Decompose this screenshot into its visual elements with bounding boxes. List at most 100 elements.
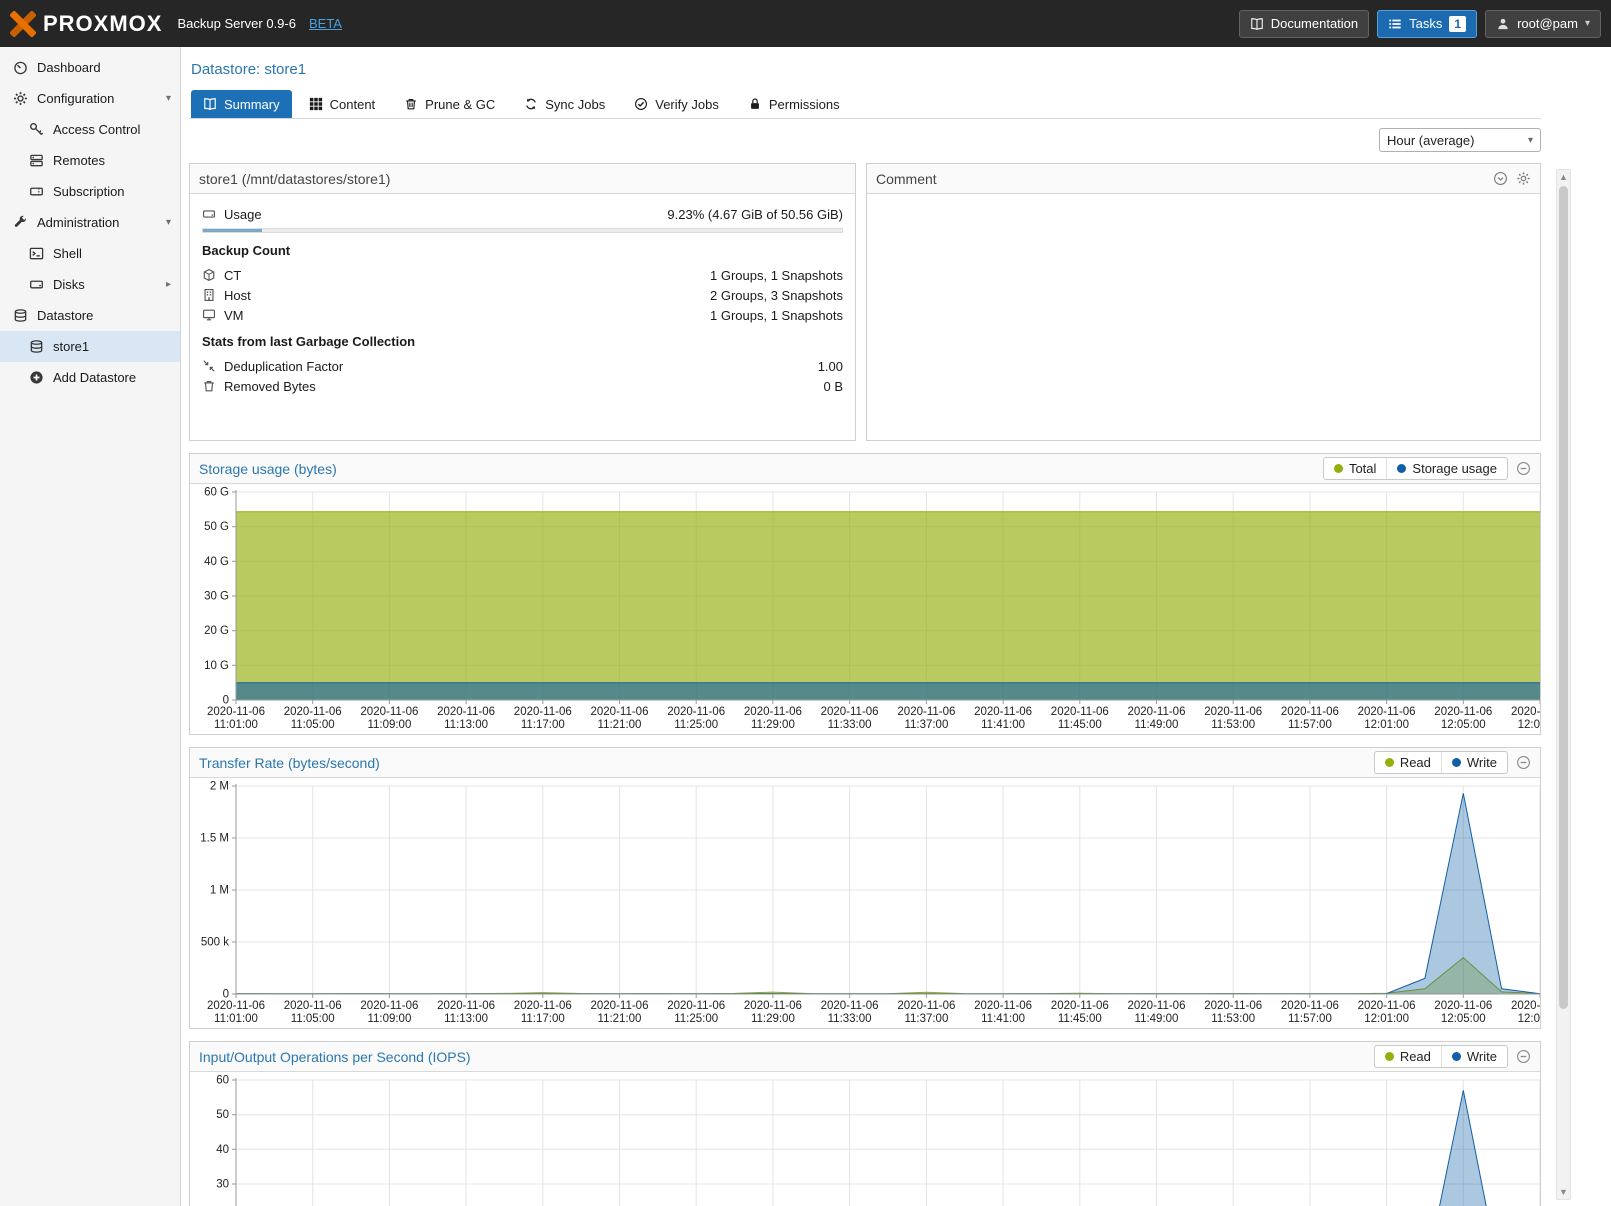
tab-content[interactable]: Content <box>297 90 388 118</box>
sidebar-item-store1[interactable]: store1 <box>0 331 180 362</box>
svg-text:11:41:00: 11:41:00 <box>981 1013 1025 1025</box>
chevron-down-icon[interactable]: ▾ <box>166 93 171 104</box>
collapse-minus-icon[interactable] <box>1516 1049 1531 1064</box>
iops-legend: Read Write <box>1374 1045 1508 1068</box>
svg-text:2020-11-06: 2020-11-06 <box>207 1000 265 1012</box>
scrollbar-thumb[interactable] <box>1559 186 1568 1009</box>
check-circle-icon <box>634 97 648 111</box>
svg-text:11:05:00: 11:05:00 <box>291 719 335 731</box>
legend-item-read[interactable]: Read <box>1375 1046 1441 1067</box>
legend-label: Storage usage <box>1412 461 1497 476</box>
collapse-minus-icon[interactable] <box>1516 755 1531 770</box>
database-icon <box>29 339 44 354</box>
svg-text:2020-11-06: 2020-11-06 <box>1281 706 1339 718</box>
main-content: Datastore: store1 Summary Content Prune … <box>181 47 1611 1206</box>
beta-link[interactable]: BETA <box>309 16 342 31</box>
collapse-minus-icon[interactable] <box>1516 461 1531 476</box>
tab-prune-gc[interactable]: Prune & GC <box>392 90 507 118</box>
proxmox-x-icon <box>10 11 36 37</box>
legend-item-write[interactable]: Write <box>1441 1046 1507 1067</box>
monitor-icon <box>202 308 216 322</box>
transfer-rate-legend: Read Write <box>1374 751 1508 774</box>
tab-label: Content <box>330 97 376 112</box>
backup-count-row-ct: CT 1 Groups, 1 Snapshots <box>202 265 843 285</box>
page-title: Datastore: store1 <box>191 61 1541 78</box>
building-icon <box>202 288 216 302</box>
datastore-summary-panel: store1 (/mnt/datastores/store1) Usage 9.… <box>189 163 856 441</box>
tab-label: Summary <box>224 97 280 112</box>
svg-text:2020-11-06: 2020-11-06 <box>284 706 342 718</box>
chevron-down-icon: ▾ <box>1528 135 1533 146</box>
sidebar-item-dashboard[interactable]: Dashboard <box>0 52 180 83</box>
iops-panel: Input/Output Operations per Second (IOPS… <box>189 1041 1541 1206</box>
gear-icon[interactable] <box>1516 171 1531 186</box>
svg-text:11:21:00: 11:21:00 <box>598 719 642 731</box>
svg-text:11:25:00: 11:25:00 <box>674 1013 718 1025</box>
sidebar-item-label: store1 <box>53 339 89 354</box>
legend-item-write[interactable]: Write <box>1441 752 1507 773</box>
svg-text:11:45:00: 11:45:00 <box>1058 719 1102 731</box>
tab-summary[interactable]: Summary <box>191 90 292 118</box>
svg-text:2020-11-06: 2020-11-06 <box>974 706 1032 718</box>
svg-text:11:17:00: 11:17:00 <box>521 1013 565 1025</box>
documentation-button[interactable]: Documentation <box>1239 10 1369 38</box>
svg-text:2 M: 2 M <box>210 781 229 793</box>
legend-item-total[interactable]: Total <box>1324 458 1386 479</box>
trash-icon <box>202 379 216 393</box>
legend-item-read[interactable]: Read <box>1375 752 1441 773</box>
row-value: 2 Groups, 3 Snapshots <box>710 288 843 303</box>
sidebar-item-subscription[interactable]: Subscription <box>0 176 180 207</box>
scroll-down-icon[interactable]: ▼ <box>1557 1185 1570 1199</box>
ticket-icon <box>29 184 44 199</box>
sidebar-item-administration[interactable]: Administration ▾ <box>0 207 180 238</box>
product-name: Backup Server 0.9-6 <box>177 16 296 31</box>
chevron-right-icon[interactable]: ▸ <box>166 279 171 290</box>
svg-text:2020-11-06: 2020-11-06 <box>514 706 572 718</box>
svg-text:2020-11-06: 2020-11-06 <box>1204 706 1262 718</box>
book-icon <box>203 97 217 111</box>
sidebar-item-access-control[interactable]: Access Control <box>0 114 180 145</box>
scroll-up-icon[interactable]: ▲ <box>1557 170 1570 184</box>
comment-panel-title: Comment <box>876 171 937 187</box>
tasks-button[interactable]: Tasks 1 <box>1377 10 1477 38</box>
sidebar-item-remotes[interactable]: Remotes <box>0 145 180 176</box>
row-label: Removed Bytes <box>224 379 316 394</box>
top-panels-row: store1 (/mnt/datastores/store1) Usage 9.… <box>189 163 1541 441</box>
svg-text:12:09:00: 12:09:00 <box>1518 719 1540 731</box>
legend-label: Write <box>1467 1049 1497 1064</box>
documentation-label: Documentation <box>1271 16 1358 31</box>
hdd-icon <box>29 277 44 292</box>
user-menu-button[interactable]: root@pam ▾ <box>1485 10 1601 38</box>
legend-label: Read <box>1400 1049 1431 1064</box>
svg-text:2020-11-06: 2020-11-06 <box>1128 706 1186 718</box>
collapse-tool-icon[interactable] <box>1493 171 1508 186</box>
sidebar-item-add-datastore[interactable]: Add Datastore <box>0 362 180 393</box>
server-icon <box>29 153 44 168</box>
svg-text:11:29:00: 11:29:00 <box>751 719 795 731</box>
time-range-select[interactable]: Hour (average) ▾ <box>1379 128 1541 152</box>
usage-value: 9.23% (4.67 GiB of 50.56 GiB) <box>667 207 843 222</box>
legend-dot <box>1397 464 1406 473</box>
gc-row-dedup: Deduplication Factor 1.00 <box>202 356 843 376</box>
sidebar-item-datastore[interactable]: Datastore <box>0 300 180 331</box>
sidebar-item-configuration[interactable]: Configuration ▾ <box>0 83 180 114</box>
vertical-scrollbar[interactable]: ▲ ▼ <box>1556 169 1571 1200</box>
sidebar-item-disks[interactable]: Disks ▸ <box>0 269 180 300</box>
storage-usage-legend: Total Storage usage <box>1323 457 1508 480</box>
svg-text:40: 40 <box>216 1144 229 1156</box>
svg-text:11:49:00: 11:49:00 <box>1135 719 1179 731</box>
chevron-down-icon[interactable]: ▾ <box>166 217 171 228</box>
svg-text:11:49:00: 11:49:00 <box>1135 1013 1179 1025</box>
legend-item-storage-usage[interactable]: Storage usage <box>1386 458 1507 479</box>
dashboard-icon <box>13 60 28 75</box>
tab-sync-jobs[interactable]: Sync Jobs <box>512 90 617 118</box>
svg-text:2020-11-06: 2020-11-06 <box>744 1000 802 1012</box>
legend-label: Read <box>1400 755 1431 770</box>
tab-permissions[interactable]: Permissions <box>736 90 852 118</box>
sidebar-item-shell[interactable]: Shell <box>0 238 180 269</box>
svg-text:2020-11-06: 2020-11-06 <box>1434 1000 1492 1012</box>
svg-text:2020-11-06: 2020-11-06 <box>1358 1000 1416 1012</box>
svg-text:2020-11-06: 2020-11-06 <box>744 706 802 718</box>
tab-verify-jobs[interactable]: Verify Jobs <box>622 90 731 118</box>
chart-toolbar: Hour (average) ▾ <box>189 119 1541 161</box>
